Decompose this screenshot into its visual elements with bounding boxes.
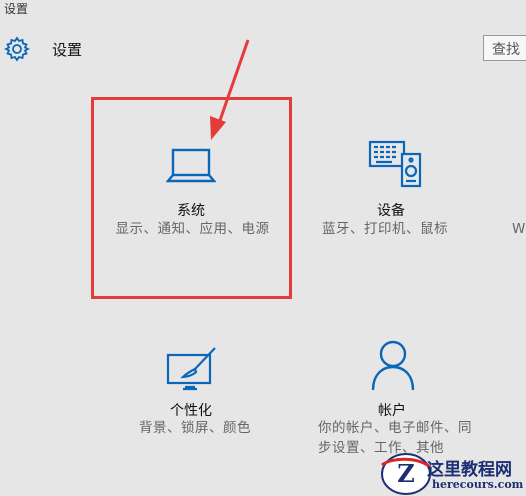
svg-text:Z: Z (397, 459, 415, 488)
watermark-url: herecours.com (432, 478, 524, 491)
watermark-text: 这里教程网 (427, 460, 512, 480)
arrow-annotation (210, 39, 250, 140)
